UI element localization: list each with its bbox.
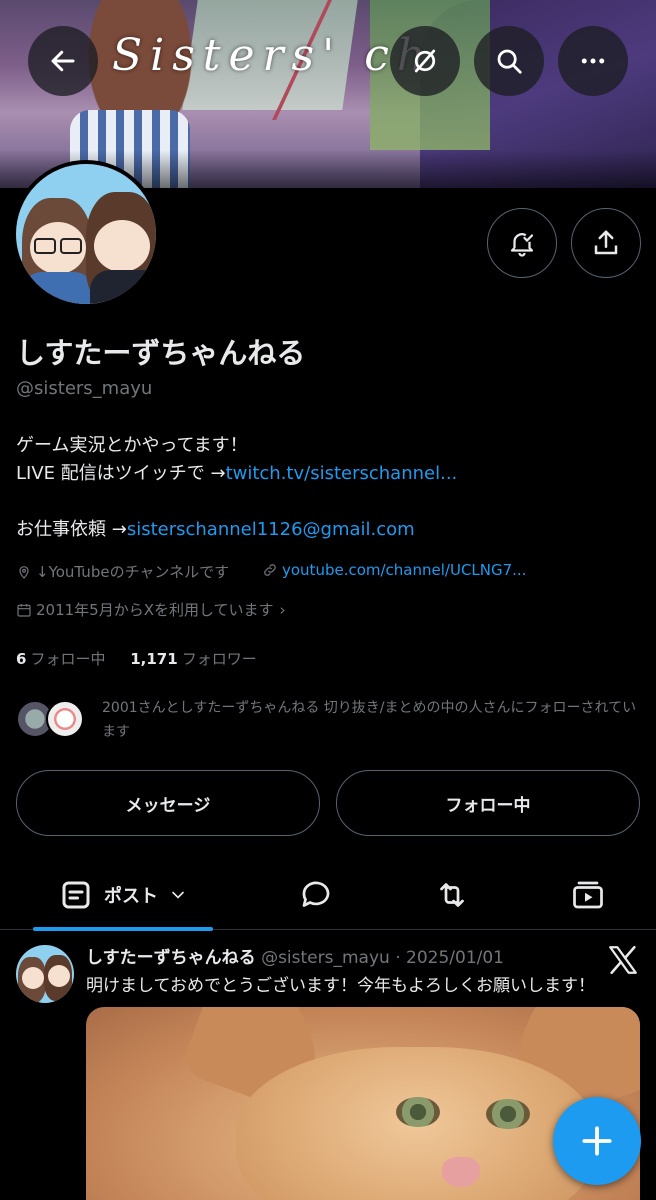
email-link[interactable]: sisterschannel1126@gmail.com <box>127 519 415 540</box>
arrow-left-icon <box>51 50 75 72</box>
more-button[interactable] <box>558 26 628 96</box>
media-icon <box>573 881 603 909</box>
profile-bio: ゲーム実況とかやってます！ LIVE 配信はツイッチで →twitch.tv/s… <box>16 432 646 544</box>
more-horizontal-icon <box>581 58 605 64</box>
profile-joined[interactable]: 2011年5月からXを利用しています › <box>16 599 286 620</box>
x-logo-icon <box>609 945 637 975</box>
notifications-button[interactable] <box>487 208 557 278</box>
post-author-name[interactable]: しすたーずちゃんねる <box>86 948 256 968</box>
avatar-art-glasses-right <box>60 238 82 254</box>
post-handle-date: @sisters_mayu · 2025/01/01 <box>261 948 504 968</box>
location-pin-icon <box>19 565 29 579</box>
chevron-right-icon: › <box>279 600 286 619</box>
link-icon <box>264 564 276 576</box>
cat-eye-left <box>396 1097 440 1127</box>
joined-text: 2011年5月からXを利用しています <box>36 601 274 619</box>
search-icon <box>497 49 522 74</box>
cat-eye-right <box>486 1099 530 1129</box>
bio-spacer <box>16 488 646 516</box>
bio-line-3: お仕事依頼 →sisterschannel1126@gmail.com <box>16 516 646 544</box>
reply-icon <box>302 881 330 907</box>
bio-email-prefix: お仕事依頼 → <box>16 519 127 540</box>
followers-label: フォロワー <box>181 650 257 668</box>
search-button[interactable] <box>474 26 544 96</box>
bio-line-2: LIVE 配信はツイッチで →twitch.tv/sisterschannel.… <box>16 460 646 488</box>
following-link[interactable]: 6 フォロー中 <box>16 650 105 668</box>
avatar-art-glasses <box>34 238 56 254</box>
tab-media[interactable] <box>550 860 626 930</box>
avatar-art-right-hoodie <box>90 270 156 304</box>
chevron-down-icon <box>172 891 184 899</box>
followed-by-text: 2001さんとしすたーずちゃんねる 切り抜き/まとめの中の人さんにフォローされて… <box>102 700 637 740</box>
grok-button[interactable] <box>390 26 460 96</box>
calendar-icon <box>17 603 31 617</box>
followed-by[interactable]: 2001さんとしすたーずちゃんねる 切り抜き/まとめの中の人さんにフォローされて… <box>16 696 640 746</box>
post-image[interactable] <box>86 1007 640 1200</box>
profile-handle: @sisters_mayu <box>16 378 153 399</box>
website-link[interactable]: youtube.com/channel/UCLNG7... <box>282 561 526 579</box>
back-button[interactable] <box>28 26 98 96</box>
profile-avatar[interactable] <box>12 160 160 308</box>
followers-count: 1,171 <box>130 650 178 668</box>
post-header: しすたーずちゃんねる @sisters_mayu · 2025/01/01 <box>86 943 504 968</box>
grok-icon <box>414 49 436 73</box>
repost-icon <box>440 883 464 907</box>
followers-link[interactable]: 1,171 フォロワー <box>130 650 256 668</box>
avatar-art-left-hoodie <box>22 272 94 304</box>
following-label: フォロー中 <box>30 650 106 668</box>
following-button[interactable]: フォロー中 <box>336 770 640 836</box>
post-text: 明けましておめでとうございます！今年もよろしくお願いします！ <box>86 976 595 996</box>
follower-avatar <box>46 700 84 738</box>
following-count: 6 <box>16 650 27 668</box>
twitch-link[interactable]: twitch.tv/sisterschannel... <box>226 463 458 484</box>
tab-replies[interactable] <box>278 860 354 930</box>
tab-reposts[interactable] <box>414 860 490 930</box>
plus-icon <box>582 1126 612 1156</box>
follow-counts: 6 フォロー中 1,171 フォロワー <box>16 648 257 669</box>
profile-banner[interactable]: Sisters' ch <box>0 0 656 188</box>
profile-tabs: ポスト <box>0 860 656 931</box>
share-icon <box>594 230 618 255</box>
profile-name: しすたーずちゃんねる <box>16 336 306 370</box>
profile-location: ↓YouTubeのチャンネルです <box>16 561 229 582</box>
share-button[interactable] <box>571 208 641 278</box>
tab-posts[interactable]: ポスト <box>33 860 213 931</box>
cat-nose <box>442 1157 480 1187</box>
message-button[interactable]: メッセージ <box>16 770 320 836</box>
location-text: ↓YouTubeのチャンネルです <box>36 563 230 581</box>
banner-title: Sisters' ch <box>112 30 434 81</box>
tab-posts-label: ポスト <box>104 886 158 907</box>
post-avatar[interactable] <box>16 945 74 1003</box>
profile-website[interactable]: youtube.com/channel/UCLNG7... <box>262 561 526 579</box>
compose-button[interactable] <box>553 1097 641 1185</box>
posts-icon <box>62 881 90 909</box>
bio-line-1: ゲーム実況とかやってます！ <box>16 435 248 456</box>
avatar-art-right-face <box>94 220 150 272</box>
bell-check-icon <box>510 233 534 257</box>
bio-twitch-prefix: LIVE 配信はツイッチで → <box>16 463 226 484</box>
